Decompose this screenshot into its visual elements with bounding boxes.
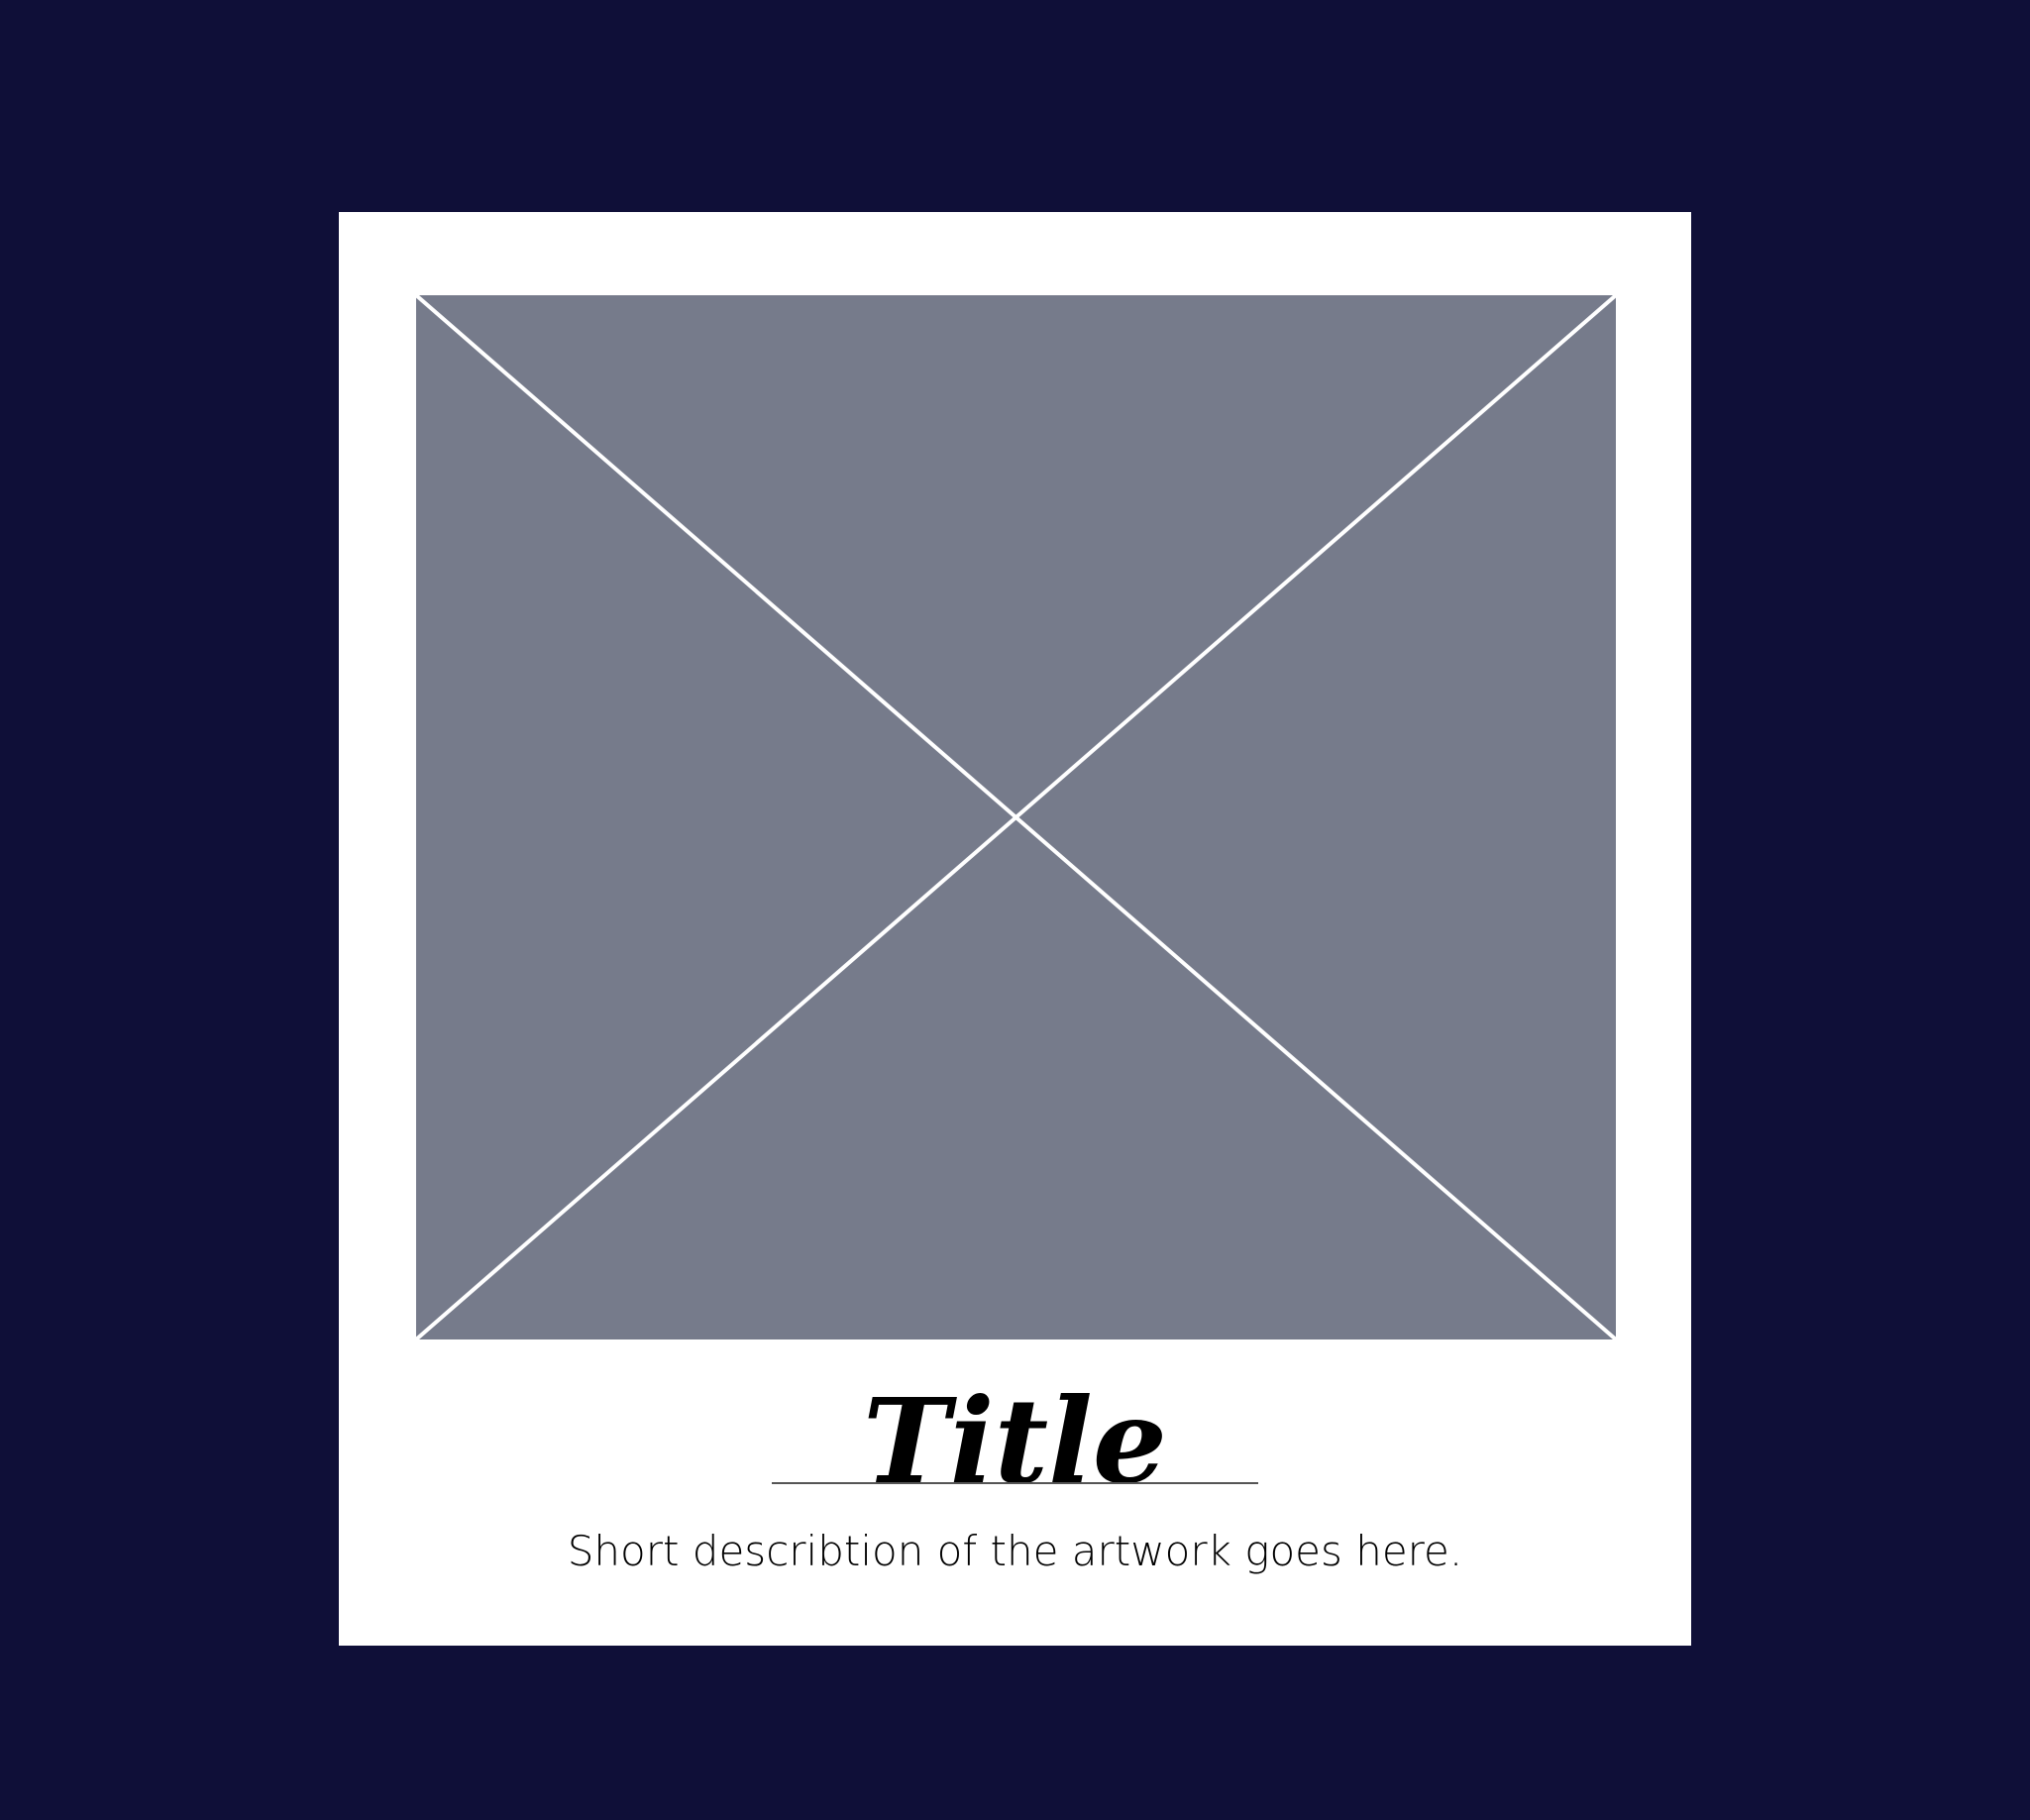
artwork-title: Title bbox=[862, 1372, 1168, 1510]
artwork-description: Short describtion of the artwork goes he… bbox=[567, 1527, 1463, 1575]
title-divider bbox=[772, 1482, 1258, 1484]
image-placeholder-icon bbox=[416, 295, 1616, 1339]
artwork-card: Title Short describtion of the artwork g… bbox=[339, 212, 1691, 1646]
